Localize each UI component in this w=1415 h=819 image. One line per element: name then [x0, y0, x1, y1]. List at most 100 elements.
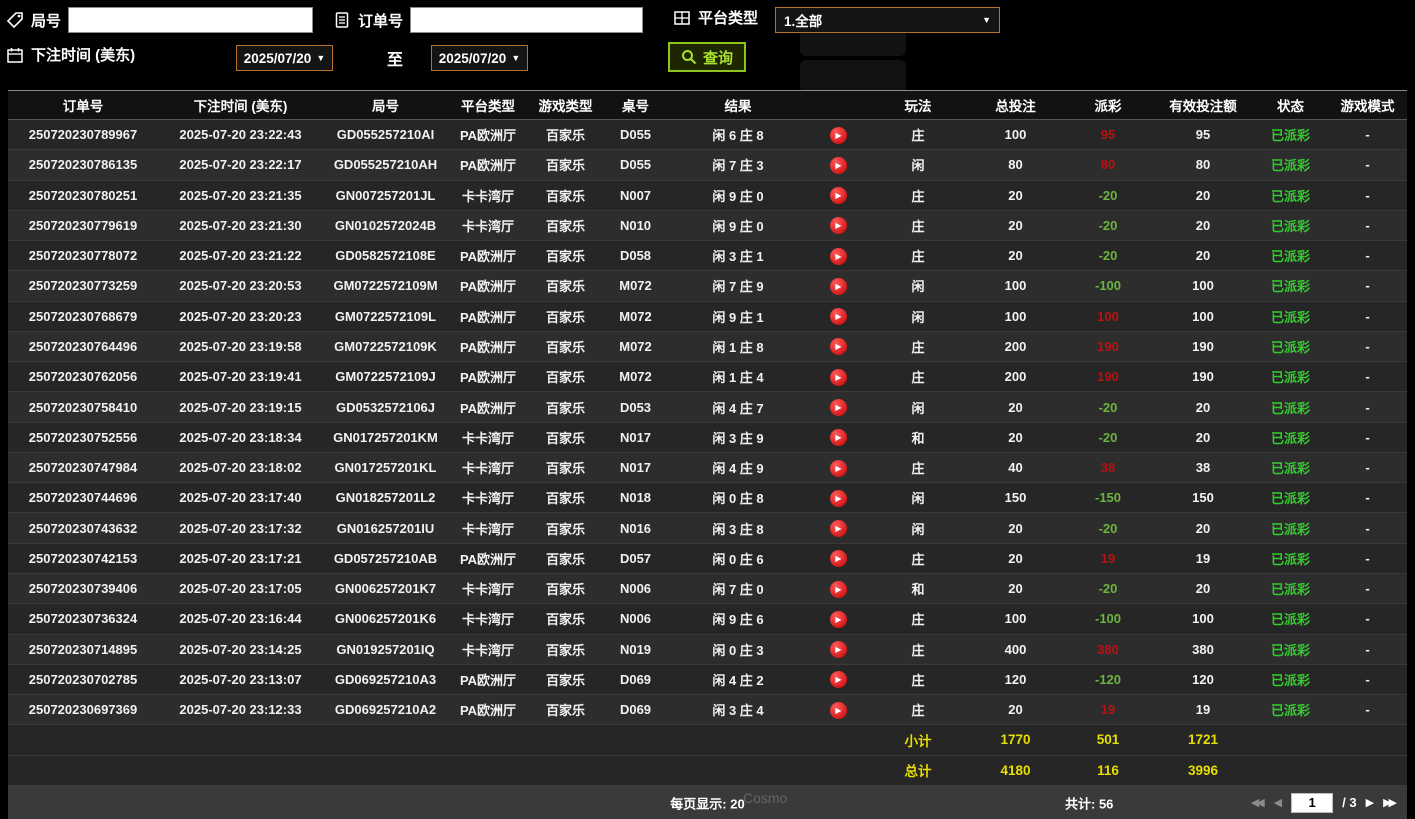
round-cell: GN006257201K6 — [334, 611, 437, 627]
total-bet-cell: 40 — [1008, 460, 1023, 476]
payout-cell: -20 — [1098, 248, 1118, 264]
play-type-cell: 闲 — [911, 400, 925, 416]
valid-bet-cell: 150 — [1192, 490, 1214, 506]
next-page-button[interactable]: ▶ — [1366, 796, 1374, 809]
platform-cell: 卡卡湾厅 — [461, 188, 514, 204]
replay-icon[interactable]: ▶ — [829, 550, 847, 568]
platform-select[interactable]: 1.全部 ▼ — [775, 7, 1000, 33]
prev-page-button[interactable]: ◀ — [1274, 796, 1282, 809]
round-cell: GN007257201JL — [335, 187, 436, 203]
column-header-platform: 平台类型 — [461, 99, 515, 114]
platform-cell: PA欧洲厅 — [459, 370, 517, 386]
replay-icon[interactable]: ▶ — [829, 277, 847, 295]
replay-icon[interactable]: ▶ — [829, 399, 847, 417]
last-page-button[interactable]: ▶▶ — [1383, 796, 1397, 809]
status-cell: 已派彩 — [1270, 672, 1310, 688]
order-cell: 250720230697369 — [28, 702, 138, 718]
order-cell: 250720230764496 — [28, 338, 138, 354]
play-cell: ▶ — [808, 337, 868, 356]
bet-time-cell: 2025-07-20 23:21:30 — [179, 217, 302, 233]
payout-cell: 95 — [1100, 127, 1116, 143]
date-to-select[interactable]: 2025/07/20 ▼ — [431, 45, 528, 71]
table-row: 250720230739406 2025-07-20 23:17:05 GN0062… — [8, 573, 1407, 605]
payout-cell: -20 — [1098, 399, 1118, 415]
replay-icon[interactable]: ▶ — [829, 308, 847, 326]
play-cell: ▶ — [808, 368, 868, 386]
round-cell: GN019257201IQ — [336, 641, 435, 657]
game-mode-cell: - — [1365, 702, 1370, 718]
table-no-cell: D069 — [619, 671, 652, 687]
replay-icon[interactable]: ▶ — [829, 520, 847, 538]
play-type-cell: 庄 — [911, 551, 925, 567]
game-mode-cell: - — [1365, 581, 1370, 597]
replay-icon[interactable]: ▶ — [829, 156, 847, 174]
platform-cell: 卡卡湾厅 — [461, 521, 514, 537]
game-type-cell: 百家乐 — [545, 672, 585, 688]
subtotal-total-bet: 1770 — [1000, 732, 1031, 748]
game-mode-cell: - — [1365, 490, 1370, 506]
platform-cell: 卡卡湾厅 — [461, 430, 514, 446]
column-header-game-type: 游戏类型 — [538, 99, 593, 114]
replay-icon[interactable]: ▶ — [829, 187, 847, 205]
first-page-button[interactable]: ◀◀ — [1251, 796, 1265, 809]
replay-icon[interactable]: ▶ — [829, 368, 847, 386]
order-cell: 250720230778072 — [28, 248, 138, 264]
to-label: 至 — [387, 52, 404, 69]
result-cell: 闲 3 庄 1 — [712, 249, 764, 265]
play-type-cell: 和 — [911, 582, 925, 598]
round-cell: GN0102572024B — [334, 217, 437, 233]
status-cell: 已派彩 — [1270, 218, 1310, 234]
column-header-payout: 派彩 — [1094, 99, 1122, 114]
total-bet-cell: 20 — [1008, 581, 1023, 597]
play-cell: ▶ — [808, 186, 868, 205]
game-type-cell: 百家乐 — [545, 188, 585, 204]
play-cell: ▶ — [808, 489, 868, 507]
payout-cell: -100 — [1094, 278, 1122, 294]
round-input[interactable] — [68, 7, 314, 33]
replay-icon[interactable]: ▶ — [829, 338, 847, 356]
grand-total-total-bet: 4180 — [1000, 762, 1031, 778]
order-cell: 250720230742153 — [28, 550, 138, 566]
replay-icon[interactable]: ▶ — [829, 429, 847, 447]
play-cell: ▶ — [808, 459, 868, 477]
search-button[interactable]: 查询 — [668, 42, 747, 72]
replay-icon[interactable]: ▶ — [829, 459, 847, 477]
result-cell: 闲 4 庄 2 — [712, 672, 764, 688]
play-cell: ▶ — [808, 519, 868, 538]
replay-icon[interactable]: ▶ — [829, 701, 847, 719]
replay-icon[interactable]: ▶ — [829, 580, 847, 598]
total-count-label: 共计: 56 — [1065, 796, 1114, 811]
result-cell: 闲 9 庄 0 — [712, 218, 764, 234]
game-mode-cell: - — [1365, 550, 1370, 566]
replay-icon[interactable]: ▶ — [829, 671, 847, 689]
valid-bet-cell: 190 — [1192, 338, 1214, 354]
play-cell: ▶ — [808, 670, 868, 689]
result-cell: 闲 7 庄 3 — [712, 158, 764, 174]
table-row: 250720230786135 2025-07-20 23:22:17 GD0552… — [8, 150, 1407, 181]
date-from-select[interactable]: 2025/07/20 ▼ — [236, 45, 333, 71]
replay-icon[interactable]: ▶ — [829, 126, 847, 144]
replay-icon[interactable]: ▶ — [829, 217, 847, 235]
game-mode-cell: - — [1365, 429, 1370, 445]
total-bet-cell: 20 — [1008, 550, 1023, 566]
page-input[interactable] — [1291, 792, 1334, 813]
subtotal-valid-bet: 1721 — [1187, 732, 1219, 748]
payout-cell: -20 — [1098, 429, 1118, 445]
play-type-cell: 和 — [911, 430, 925, 446]
table-no-cell: N006 — [619, 611, 652, 627]
column-header-round: 局号 — [372, 99, 399, 114]
total-bet-cell: 100 — [1004, 308, 1027, 324]
round-cell: GN017257201KL — [334, 460, 437, 476]
order-number-input[interactable] — [410, 7, 644, 33]
replay-icon[interactable]: ▶ — [829, 247, 847, 265]
valid-bet-cell: 100 — [1192, 611, 1214, 627]
payout-cell: -20 — [1098, 217, 1118, 233]
play-type-cell: 闲 — [911, 491, 925, 507]
column-header-game-mode: 游戏模式 — [1340, 99, 1395, 114]
replay-icon[interactable]: ▶ — [829, 489, 847, 507]
replay-icon[interactable]: ▶ — [829, 610, 847, 628]
round-cell: GN018257201L2 — [335, 490, 436, 506]
order-cell: 250720230780251 — [28, 187, 138, 203]
replay-icon[interactable]: ▶ — [829, 641, 847, 659]
total-bet-cell: 20 — [1008, 217, 1023, 233]
